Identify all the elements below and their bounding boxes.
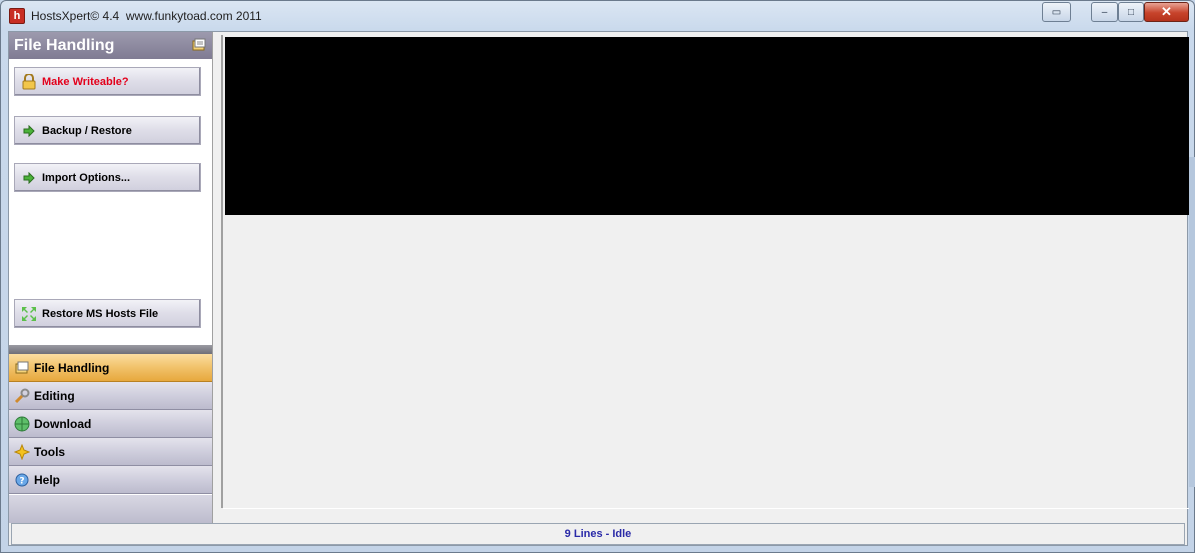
right-edge-strip	[1189, 157, 1195, 487]
nav-label: File Handling	[34, 360, 110, 375]
panel-title: File Handling	[14, 37, 115, 54]
restore-arrows-icon	[20, 306, 38, 322]
backup-restore-button[interactable]: Backup / Restore	[14, 116, 201, 145]
content-divider	[223, 508, 1189, 509]
backup-restore-label: Backup / Restore	[42, 124, 132, 137]
green-arrow-icon	[20, 123, 38, 139]
minimize-button[interactable]: –	[1091, 2, 1118, 22]
nav-item-editing[interactable]: Editing	[9, 382, 212, 410]
globe-icon	[13, 415, 31, 433]
nav-label: Editing	[34, 388, 75, 403]
file-handling-icon	[13, 359, 31, 377]
import-options-label: Import Options...	[42, 171, 130, 184]
lock-icon	[20, 73, 38, 90]
panel-splitter[interactable]	[9, 345, 212, 354]
help-icon: ?	[13, 471, 31, 489]
nav-item-tools[interactable]: Tools	[9, 438, 212, 466]
main-content	[221, 35, 1189, 509]
main-window: h HostsXpert© 4.4 www.funkytoad.com 2011…	[0, 0, 1195, 553]
tools-icon	[13, 443, 31, 461]
wrench-icon	[13, 387, 31, 405]
hosts-display-area[interactable]	[225, 37, 1189, 215]
special-window-button[interactable]: ▭	[1042, 2, 1071, 22]
file-handling-icon	[192, 38, 206, 51]
panel-header: File Handling	[9, 32, 212, 59]
sidebar: File Handling Make Writeable? Backup / R…	[9, 32, 213, 523]
title-bar[interactable]: h HostsXpert© 4.4 www.funkytoad.com 2011…	[1, 1, 1194, 31]
import-options-button[interactable]: Import Options...	[14, 163, 201, 192]
nav-item-help[interactable]: ? Help	[9, 466, 212, 494]
nav-item-download[interactable]: Download	[9, 410, 212, 438]
status-bar: 9 Lines - Idle	[11, 523, 1185, 545]
maximize-button[interactable]: □	[1118, 2, 1144, 22]
app-icon[interactable]: h	[9, 8, 25, 24]
client-area: File Handling Make Writeable? Backup / R…	[8, 31, 1189, 546]
nav-label: Download	[34, 416, 92, 431]
nav-label: Tools	[34, 444, 66, 459]
green-arrow-icon	[20, 170, 38, 186]
nav-footer	[9, 495, 212, 523]
nav-label: Help	[34, 472, 61, 487]
make-writeable-button[interactable]: Make Writeable?	[14, 67, 201, 96]
window-title: HostsXpert© 4.4 www.funkytoad.com 2011	[31, 9, 262, 23]
status-text: 9 Lines - Idle	[564, 528, 632, 540]
close-button[interactable]: ✕	[1144, 2, 1189, 22]
restore-ms-hosts-label: Restore MS Hosts File	[42, 307, 159, 320]
restore-ms-hosts-button[interactable]: Restore MS Hosts File	[14, 299, 201, 328]
nav-item-file-handling[interactable]: File Handling	[9, 354, 212, 382]
svg-text:?: ?	[19, 476, 24, 486]
make-writeable-label: Make Writeable?	[42, 75, 129, 88]
